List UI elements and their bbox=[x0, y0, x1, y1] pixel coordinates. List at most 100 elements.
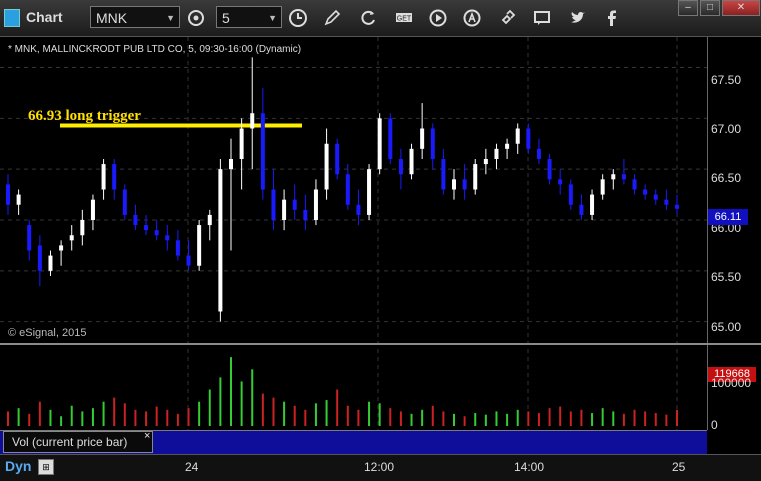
minimize-button[interactable]: – bbox=[678, 0, 698, 16]
volume-bar bbox=[145, 411, 148, 426]
time-tick-label: 25 bbox=[672, 460, 686, 474]
lock-icon[interactable]: ⊞ bbox=[38, 459, 54, 475]
maximize-button[interactable]: □ bbox=[700, 0, 720, 16]
volume-bar bbox=[325, 400, 328, 426]
candle-body bbox=[664, 199, 669, 205]
volume-bar bbox=[548, 408, 551, 426]
chat-icon[interactable] bbox=[532, 8, 552, 28]
volume-bar bbox=[569, 411, 572, 426]
panel-divider[interactable] bbox=[0, 343, 761, 345]
price-tick-label: 65.50 bbox=[711, 270, 742, 284]
volume-bar bbox=[654, 413, 657, 426]
close-button[interactable]: ✕ bbox=[722, 0, 760, 16]
volume-bar bbox=[219, 377, 222, 426]
trigger-annotation: 66.93 long trigger bbox=[28, 108, 141, 124]
candle-body bbox=[367, 169, 372, 215]
candle-body bbox=[430, 128, 435, 159]
candle-body bbox=[568, 184, 573, 205]
toolbar: Chart MNK ▼ 5 ▼ GET – □ ✕ bbox=[0, 0, 761, 37]
symbol-input[interactable]: MNK ▼ bbox=[90, 6, 180, 28]
time-tick-label: 24 bbox=[185, 460, 199, 474]
symbol-dropdown-icon[interactable]: ▼ bbox=[166, 7, 175, 29]
refresh-icon[interactable] bbox=[358, 8, 378, 28]
price-chart-canvas[interactable] bbox=[0, 37, 707, 430]
alert-icon[interactable] bbox=[462, 8, 482, 28]
candle-body bbox=[547, 159, 552, 180]
window-title: Chart bbox=[26, 9, 63, 25]
candle-body bbox=[101, 164, 106, 190]
volume-bar bbox=[537, 413, 540, 426]
symbol-value: MNK bbox=[96, 10, 128, 26]
dynamic-mode-label[interactable]: Dyn bbox=[5, 458, 31, 474]
volume-bar bbox=[7, 411, 9, 426]
volume-bar bbox=[293, 405, 296, 426]
candle-body bbox=[260, 113, 265, 190]
candle-body bbox=[133, 214, 138, 226]
link-icon[interactable] bbox=[498, 8, 518, 28]
candle-body bbox=[483, 159, 488, 165]
candle-body bbox=[197, 225, 202, 266]
candle-body bbox=[154, 230, 159, 236]
volume-bar bbox=[601, 408, 604, 426]
volume-bar bbox=[28, 413, 31, 426]
candle-body bbox=[27, 225, 32, 251]
pencil-icon[interactable] bbox=[322, 8, 342, 28]
price-tick-label: 67.00 bbox=[711, 122, 742, 136]
candle-body bbox=[452, 179, 456, 190]
volume-bar bbox=[421, 409, 424, 426]
candle-body bbox=[653, 194, 658, 200]
close-icon[interactable]: × bbox=[144, 430, 150, 442]
twitter-icon[interactable] bbox=[568, 8, 588, 28]
candle-body bbox=[37, 245, 42, 271]
candle-body bbox=[643, 189, 648, 195]
candle-body bbox=[6, 184, 10, 205]
volume-bar bbox=[60, 416, 63, 426]
price-tick-label: 65.00 bbox=[711, 320, 742, 334]
volume-bar bbox=[474, 413, 477, 426]
time-tick-label: 12:00 bbox=[364, 460, 395, 474]
candle-body bbox=[675, 204, 679, 209]
volume-bar bbox=[516, 409, 519, 426]
volume-indicator-label[interactable]: Vol (current price bar) bbox=[3, 431, 153, 453]
get-icon[interactable]: GET bbox=[394, 8, 414, 28]
candle-body bbox=[282, 199, 287, 220]
candle-body bbox=[409, 148, 414, 175]
volume-bar bbox=[368, 401, 371, 426]
chart-app-icon bbox=[4, 9, 20, 27]
interval-dropdown-icon[interactable]: ▼ bbox=[268, 7, 277, 29]
candle-body bbox=[505, 143, 510, 149]
interval-input[interactable]: 5 ▼ bbox=[216, 6, 282, 28]
volume-bar bbox=[410, 413, 413, 426]
candle-body bbox=[611, 174, 616, 180]
clock-icon[interactable] bbox=[288, 8, 308, 28]
candle-body bbox=[632, 179, 637, 190]
volume-bar bbox=[580, 409, 583, 426]
candle-body bbox=[345, 174, 350, 205]
volume-bar bbox=[336, 389, 339, 426]
facebook-icon[interactable] bbox=[602, 8, 622, 28]
candle-body bbox=[515, 128, 520, 144]
volume-bar bbox=[633, 409, 636, 426]
volume-bar bbox=[251, 369, 254, 426]
candle-body bbox=[16, 194, 21, 205]
volume-bar bbox=[665, 414, 668, 426]
candle-body bbox=[122, 189, 127, 215]
gear-icon[interactable] bbox=[186, 8, 206, 28]
svg-text:GET: GET bbox=[397, 16, 412, 23]
volume-bar bbox=[49, 409, 52, 426]
volume-bar bbox=[240, 381, 243, 426]
volume-bar bbox=[644, 411, 647, 426]
volume-bar bbox=[506, 413, 509, 426]
volume-bar bbox=[612, 411, 615, 426]
play-icon[interactable] bbox=[428, 8, 448, 28]
candle-body bbox=[90, 199, 95, 220]
volume-bar bbox=[230, 357, 232, 426]
candle-body bbox=[80, 220, 85, 236]
volume-tick-label: 100000 bbox=[711, 376, 752, 390]
candle-body bbox=[229, 159, 233, 170]
volume-bar bbox=[378, 403, 381, 426]
candle-body bbox=[292, 199, 297, 210]
volume-bar bbox=[431, 405, 434, 426]
volume-bar bbox=[102, 401, 105, 426]
volume-bar bbox=[91, 408, 94, 426]
